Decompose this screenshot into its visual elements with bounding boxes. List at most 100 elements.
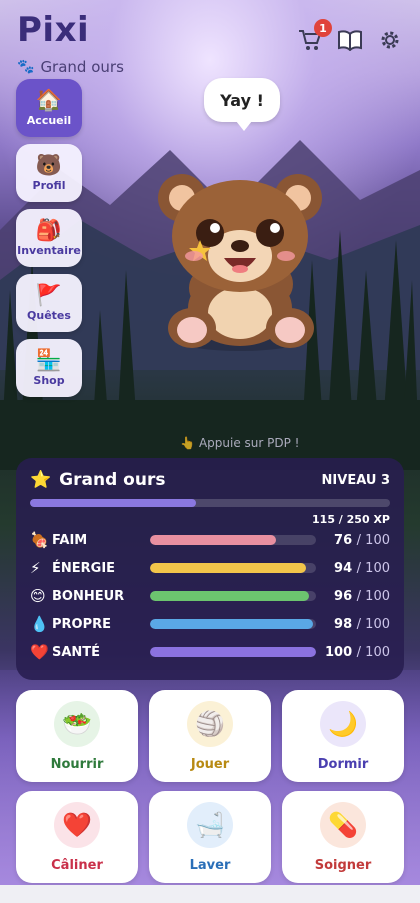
stat-value: 96 / 100 bbox=[334, 589, 390, 604]
salad-bowl-icon: 🥗 bbox=[54, 700, 100, 747]
side-navigation: 🏠 Accueil 🐻 Profil 🎒 Inventaire 🚩 Quêtes… bbox=[16, 79, 82, 397]
shopping-cart-icon[interactable]: 1 bbox=[296, 19, 332, 54]
nav-item-accueil[interactable]: 🏠 Accueil bbox=[16, 79, 82, 137]
speech-bubble: Yay ! bbox=[204, 78, 280, 131]
bear-character[interactable] bbox=[150, 168, 330, 358]
book-icon[interactable] bbox=[336, 26, 364, 54]
pet-subtitle: 🐾 Grand ours bbox=[17, 58, 124, 76]
stat-bar-fill bbox=[150, 563, 307, 573]
nav-label: Quêtes bbox=[27, 309, 71, 322]
stat-bar-fill bbox=[150, 535, 277, 545]
stat-label: PROPRE bbox=[52, 616, 112, 632]
action-label: Jouer bbox=[190, 756, 230, 772]
stat-value: 76 / 100 bbox=[334, 533, 390, 548]
pill-icon: 💊 bbox=[320, 801, 366, 848]
book-glyph bbox=[338, 30, 362, 51]
nav-label: Profil bbox=[32, 179, 66, 192]
nav-item-inventaire[interactable]: 🎒 Inventaire bbox=[16, 209, 82, 267]
feed-button[interactable]: 🥗 Nourrir bbox=[16, 690, 138, 782]
stat-label: ÉNERGIE bbox=[52, 560, 116, 576]
home-icon: 🏠 bbox=[35, 88, 63, 112]
stat-bar bbox=[150, 619, 316, 629]
pet-name-text: Grand ours bbox=[59, 470, 166, 490]
play-button[interactable]: 🏐 Jouer bbox=[149, 690, 271, 782]
nav-item-shop[interactable]: 🏪 Shop bbox=[16, 339, 82, 397]
stat-max: / 100 bbox=[356, 588, 390, 604]
level-label: NIVEAU 3 bbox=[321, 472, 390, 488]
stat-row-faim: 🍖 FAIM 76 / 100 bbox=[30, 526, 390, 554]
stat-row-propre: 💧 PROPRE 98 / 100 bbox=[30, 610, 390, 638]
star-icon: ⭐ bbox=[30, 470, 52, 490]
moon-icon: 🌙 bbox=[320, 700, 366, 747]
action-label: Soigner bbox=[314, 857, 372, 873]
cuddle-button[interactable]: ❤️ Câliner bbox=[16, 791, 138, 883]
stat-bar-fill bbox=[150, 591, 310, 601]
stat-current: 76 bbox=[334, 532, 353, 548]
action-label: Laver bbox=[189, 857, 231, 873]
gear-glyph bbox=[381, 31, 399, 49]
app-title: Pixi bbox=[17, 10, 90, 50]
stat-row-energie: ⚡ ÉNERGIE 94 / 100 bbox=[30, 554, 390, 582]
cart-badge: 1 bbox=[314, 19, 332, 37]
stat-value: 98 / 100 bbox=[334, 617, 390, 632]
nav-item-profil[interactable]: 🐻 Profil bbox=[16, 144, 82, 202]
stat-max: / 100 bbox=[356, 532, 390, 548]
smiley-icon: 😊 bbox=[30, 587, 46, 605]
gear-icon[interactable] bbox=[376, 26, 404, 54]
heart-icon: ❤️ bbox=[54, 801, 100, 848]
stats-card: ⭐ Grand ours NIVEAU 3 115 / 250 XP 🍖 FAI… bbox=[16, 458, 404, 680]
bear-face-icon: 🐻 bbox=[35, 153, 63, 177]
stat-max: / 100 bbox=[356, 644, 390, 660]
action-grid: 🥗 Nourrir 🏐 Jouer 🌙 Dormir ❤️ Câliner 🛁 … bbox=[16, 690, 406, 883]
stat-rows: 🍖 FAIM 76 / 100 ⚡ ÉNERGIE 94 / 100 😊 BON… bbox=[30, 526, 390, 666]
sleep-button[interactable]: 🌙 Dormir bbox=[282, 690, 404, 782]
xp-progress-fill bbox=[30, 499, 196, 507]
xp-text: 115 / 250 XP bbox=[312, 513, 390, 526]
stat-row-sante: ❤️ SANTÉ 100 / 100 bbox=[30, 638, 390, 666]
pet-name: ⭐ Grand ours bbox=[30, 470, 165, 490]
stat-current: 100 bbox=[325, 644, 353, 660]
action-label: Câliner bbox=[51, 857, 103, 873]
nav-label: Inventaire bbox=[17, 244, 81, 257]
heart-icon: ❤️ bbox=[30, 643, 49, 661]
bathtub-icon: 🛁 bbox=[187, 801, 233, 848]
lightning-icon: ⚡ bbox=[30, 559, 41, 577]
paw-icon: 🐾 bbox=[17, 59, 35, 75]
pointing-hand-icon: 👆 bbox=[180, 436, 195, 450]
stat-bar bbox=[150, 591, 316, 601]
stat-max: / 100 bbox=[356, 616, 390, 632]
stat-row-bonheur: 😊 BONHEUR 96 / 100 bbox=[30, 582, 390, 610]
stat-label: FAIM bbox=[52, 532, 88, 548]
stat-bar-fill bbox=[150, 647, 316, 657]
tap-hint: 👆 Appuie sur PDP ! bbox=[180, 436, 299, 450]
stat-current: 94 bbox=[334, 560, 353, 576]
backpack-icon: 🎒 bbox=[35, 218, 63, 242]
action-label: Dormir bbox=[317, 756, 369, 772]
tap-hint-text: Appuie sur PDP ! bbox=[198, 436, 300, 450]
top-toolbar: 1 bbox=[296, 19, 404, 54]
nav-label: Accueil bbox=[26, 114, 72, 127]
water-drop-icon: 💧 bbox=[30, 615, 49, 633]
volleyball-icon: 🏐 bbox=[187, 700, 233, 747]
action-label: Nourrir bbox=[50, 756, 104, 772]
stat-value: 94 / 100 bbox=[334, 561, 390, 576]
stat-bar bbox=[150, 647, 316, 657]
wash-button[interactable]: 🛁 Laver bbox=[149, 791, 271, 883]
system-navigation-bar bbox=[0, 885, 420, 903]
stats-card-header: ⭐ Grand ours NIVEAU 3 bbox=[30, 470, 390, 490]
shop-icon: 🏪 bbox=[35, 348, 63, 372]
stat-current: 96 bbox=[334, 588, 353, 604]
stat-current: 98 bbox=[334, 616, 353, 632]
stat-bar bbox=[150, 535, 316, 545]
stat-value: 100 / 100 bbox=[325, 645, 390, 660]
pet-subtitle-text: Grand ours bbox=[40, 58, 124, 76]
stat-label: SANTÉ bbox=[52, 644, 101, 660]
heal-button[interactable]: 💊 Soigner bbox=[282, 791, 404, 883]
stat-bar-fill bbox=[150, 619, 313, 629]
nav-item-quetes[interactable]: 🚩 Quêtes bbox=[16, 274, 82, 332]
meat-icon: 🍖 bbox=[30, 531, 49, 549]
xp-progress-bar bbox=[30, 499, 390, 507]
stat-max: / 100 bbox=[356, 560, 390, 576]
stat-bar bbox=[150, 563, 316, 573]
flag-icon: 🚩 bbox=[35, 283, 63, 307]
